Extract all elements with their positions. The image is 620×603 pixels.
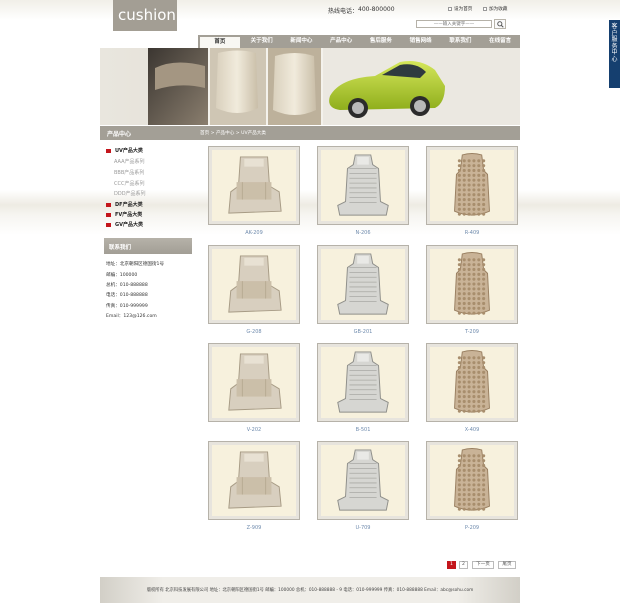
category-label: DF产品大类 <box>115 202 143 208</box>
arrow-icon <box>106 202 111 207</box>
seat-cushion-image <box>430 347 514 418</box>
nav-item-products[interactable]: 产品中心 <box>321 35 361 48</box>
add-favorite-link[interactable]: 加为收藏 <box>483 6 507 12</box>
next-page-button[interactable]: 下一页 <box>472 561 494 569</box>
side-tab-char: 心 <box>611 55 618 63</box>
last-page-button[interactable]: 尾页 <box>498 561 516 569</box>
product-caption[interactable]: G-208 <box>208 329 300 335</box>
set-homepage-link[interactable]: 设为首页 <box>448 6 472 12</box>
breadcrumb[interactable]: 首页 > 产品中心 > UV产品大类 <box>200 130 266 136</box>
contact-fax: 传真：010-999999 <box>106 304 148 309</box>
section-title: 产品中心 <box>107 131 132 138</box>
seat-cushion-image <box>212 445 296 516</box>
search-button[interactable] <box>494 19 506 29</box>
product-card[interactable] <box>208 146 300 225</box>
seat-cushion-image <box>321 249 405 320</box>
product-caption[interactable]: GB-201 <box>317 329 409 335</box>
seat-cushion-image <box>321 347 405 418</box>
category-uv[interactable]: UV产品大类 <box>106 147 143 154</box>
product-caption[interactable]: V-202 <box>208 427 300 433</box>
product-card[interactable] <box>208 343 300 422</box>
hotline-label: 热线电话： <box>328 8 359 15</box>
main-nav: 首页 关于我们 新闻中心 产品中心 售后服务 销售网络 联系我们 在线留言 <box>198 35 520 48</box>
product-card[interactable] <box>426 343 518 422</box>
category-df[interactable]: DF产品大类 <box>106 201 143 208</box>
arrow-icon <box>106 148 111 153</box>
product-caption[interactable]: B-501 <box>317 427 409 433</box>
add-favorite-label: 加为收藏 <box>489 7 508 12</box>
section-header <box>100 126 520 140</box>
seat-cushion-image <box>430 445 514 516</box>
nav-item-about[interactable]: 关于我们 <box>242 35 282 48</box>
product-card[interactable] <box>426 441 518 520</box>
product-caption[interactable]: T-209 <box>426 329 518 335</box>
contact-postcode: 邮编：100000 <box>106 273 138 278</box>
hero-banner <box>100 48 520 125</box>
customer-service-tab[interactable]: 客 户 服 务 中 心 <box>609 20 620 88</box>
seat-cushion-image <box>430 249 514 320</box>
seat-cushion-image <box>212 347 296 418</box>
category-label: FV产品大类 <box>115 212 143 218</box>
page-1-button[interactable]: 1 <box>447 561 456 569</box>
arrow-icon <box>106 212 111 217</box>
product-caption[interactable]: AK-209 <box>208 230 300 236</box>
contact-email: Email：123@126.com <box>106 314 157 319</box>
product-card[interactable] <box>426 146 518 225</box>
product-card[interactable] <box>317 343 409 422</box>
hotline-number: 400-800000 <box>358 6 395 13</box>
product-card[interactable] <box>208 245 300 324</box>
product-card[interactable] <box>208 441 300 520</box>
arrow-icon <box>106 222 111 227</box>
contact-address: 地址：北京朝阳区德国街1号 <box>106 262 165 267</box>
product-caption[interactable]: N-206 <box>317 230 409 236</box>
product-card[interactable] <box>317 146 409 225</box>
nav-item-service[interactable]: 售后服务 <box>361 35 401 48</box>
nav-item-message[interactable]: 在线留言 <box>480 35 520 48</box>
seat-cushion-image <box>321 445 405 516</box>
contact-phone: 电话：010-888888 <box>106 293 148 298</box>
category-aaa[interactable]: AAA产品系列 <box>114 158 145 165</box>
set-homepage-label: 设为首页 <box>454 7 473 12</box>
search-input[interactable] <box>416 20 492 28</box>
nav-item-sales[interactable]: 销售网络 <box>401 35 441 48</box>
nav-item-home[interactable]: 首页 <box>200 37 240 48</box>
product-caption[interactable]: U-709 <box>317 525 409 531</box>
page-2-button[interactable]: 2 <box>459 561 468 569</box>
category-ddd[interactable]: DDD产品系列 <box>114 190 146 197</box>
site-logo[interactable]: cushion <box>113 0 177 31</box>
product-card[interactable] <box>317 245 409 324</box>
category-label: GV产品大类 <box>115 222 143 228</box>
nav-item-news[interactable]: 新闻中心 <box>282 35 322 48</box>
product-caption[interactable]: P-209 <box>426 525 518 531</box>
banner-image <box>100 48 520 125</box>
contact-switchboard: 总机：010-888888 <box>106 283 148 288</box>
seat-cushion-image <box>321 150 405 221</box>
product-card[interactable] <box>426 245 518 324</box>
seat-cushion-image <box>212 249 296 320</box>
seat-cushion-image <box>212 150 296 221</box>
category-fv[interactable]: FV产品大类 <box>106 211 142 218</box>
contact-header: 联系我们 <box>104 238 192 254</box>
product-caption[interactable]: R-409 <box>426 230 518 236</box>
favorite-icon <box>483 6 487 11</box>
search-icon <box>496 20 504 28</box>
category-gv[interactable]: GV产品大类 <box>106 221 143 228</box>
footer-text: 版权所有 北京科技发展有限公司 地址：北京朝阳区德国街1号 邮编：100000 … <box>146 588 474 593</box>
category-ccc[interactable]: CCC产品系列 <box>114 180 144 187</box>
nav-item-contact[interactable]: 联系我们 <box>441 35 481 48</box>
product-card[interactable] <box>317 441 409 520</box>
category-bbb[interactable]: BBB产品系列 <box>114 169 144 176</box>
category-label: UV产品大类 <box>115 148 143 154</box>
product-caption[interactable]: Z-909 <box>208 525 300 531</box>
product-caption[interactable]: X-409 <box>426 427 518 433</box>
seat-cushion-image <box>430 150 514 221</box>
homepage-icon <box>448 6 452 11</box>
